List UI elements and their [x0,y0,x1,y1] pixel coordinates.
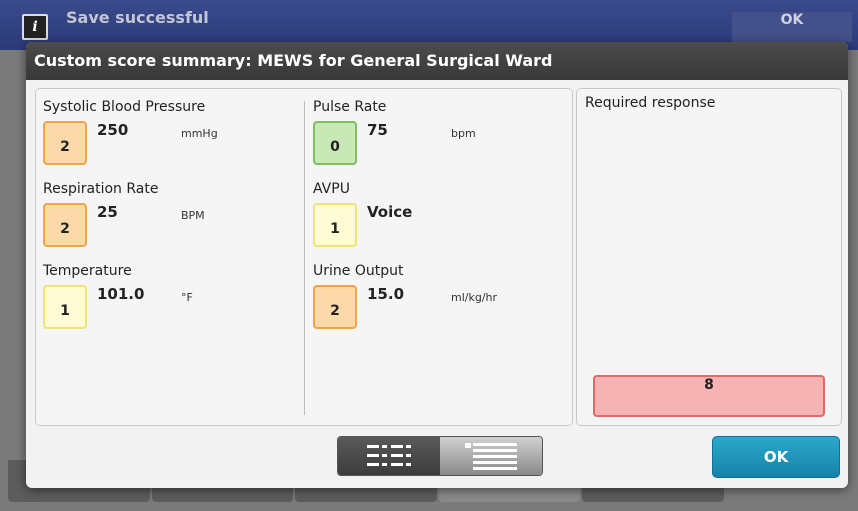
info-icon: i [22,14,48,40]
param-label: Systolic Blood Pressure [43,99,206,115]
column-divider [304,101,305,415]
param-avpu: AVPU 1 Voice [313,181,412,247]
ok-button[interactable]: OK [712,436,840,478]
param-unit: °F [181,291,193,304]
param-value: 101.0 [97,285,145,303]
param-value: 250 [97,121,129,139]
param-value: 25 [97,203,118,221]
total-score-box: 8 [593,375,825,417]
grid-view-button[interactable] [338,437,440,475]
param-respiration-rate: Respiration Rate 2 25 BPM [43,181,205,247]
parameters-panel: Systolic Blood Pressure 2 250 mmHg Respi… [35,88,573,426]
background-title: Save successful [66,8,209,27]
param-temperature: Temperature 1 101.0 °F [43,263,193,329]
score-box: 1 [43,285,87,329]
view-toggle [337,436,543,476]
list-view-button[interactable] [440,437,542,475]
param-label: Temperature [43,263,132,279]
score-box: 2 [43,203,87,247]
param-value: Voice [367,203,413,221]
param-urine-output: Urine Output 2 15.0 ml/kg/hr [313,263,497,329]
param-unit: bpm [451,127,476,140]
score-box: 2 [313,285,357,329]
detail-list-icon [465,443,517,470]
dialog-title: Custom score summary: MEWS for General S… [26,42,848,80]
required-response-label: Required response [585,95,716,111]
param-label: AVPU [313,181,350,197]
param-unit: ml/kg/hr [451,291,498,304]
param-label: Respiration Rate [43,181,159,197]
score-box: 0 [313,121,357,165]
background-ok-button: OK [732,12,852,42]
param-value: 75 [367,121,388,139]
required-response-panel: Required response 8 [576,88,842,426]
param-label: Urine Output [313,263,404,279]
param-label: Pulse Rate [313,99,387,115]
param-pulse-rate: Pulse Rate 0 75 bpm [313,99,476,165]
two-column-list-icon [367,445,411,466]
param-unit: BPM [181,209,205,222]
param-unit: mmHg [181,127,218,140]
param-value: 15.0 [367,285,405,303]
score-box: 2 [43,121,87,165]
param-systolic-bp: Systolic Blood Pressure 2 250 mmHg [43,99,218,165]
score-box: 1 [313,203,357,247]
score-summary-dialog: Custom score summary: MEWS for General S… [26,42,848,488]
